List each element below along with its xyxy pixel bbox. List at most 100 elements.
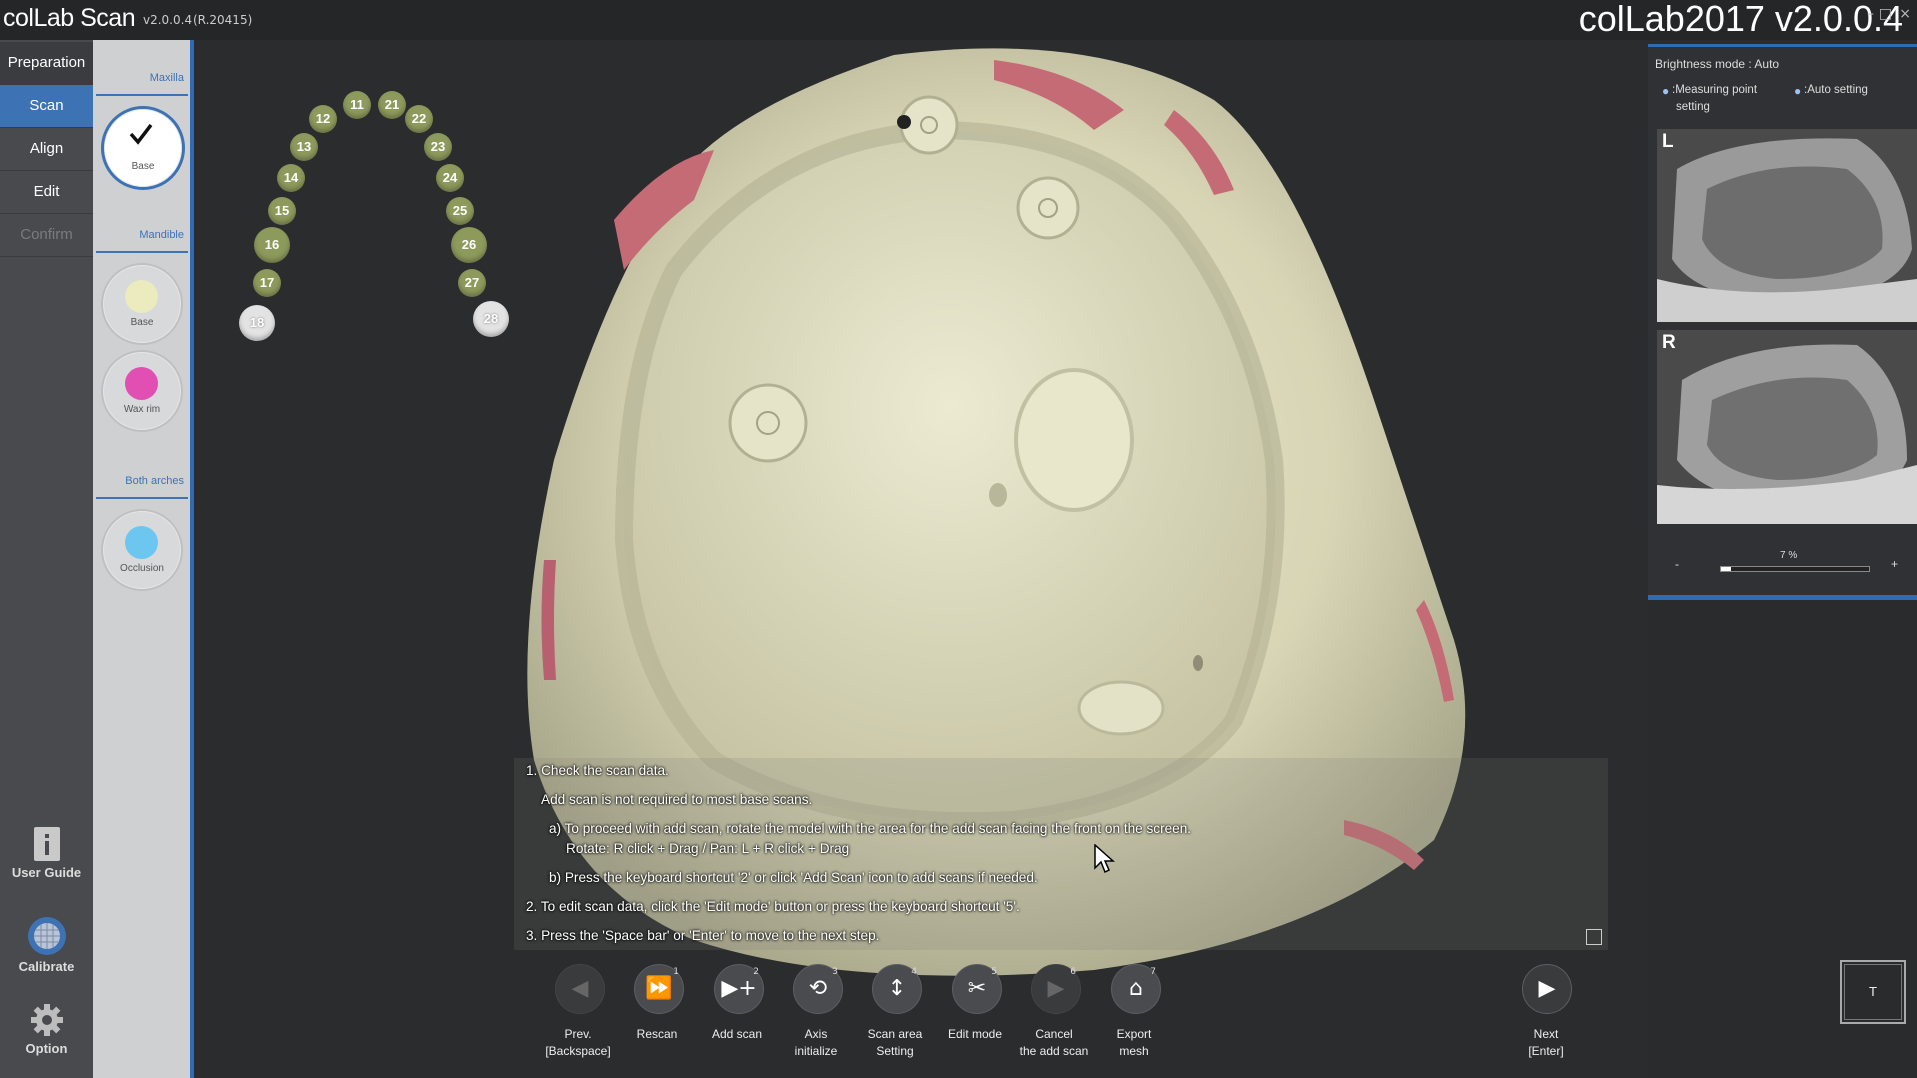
option-button[interactable]: Option (0, 1002, 93, 1056)
tooth-12[interactable]: 12 (309, 105, 337, 133)
tooth-18[interactable]: 18 (239, 305, 275, 341)
product-title: colLab2017 v2.0.0.4 (1578, 0, 1903, 39)
maxilla-base-button[interactable]: Base (101, 106, 185, 190)
both-arches-section-label: Both arches (125, 475, 184, 487)
brightness-slider[interactable] (1720, 566, 1870, 572)
left-camera-preview: L (1657, 129, 1917, 322)
implant-marker (728, 383, 808, 463)
occlusion-swatch (125, 526, 158, 559)
maximize-icon[interactable]: □ (1879, 6, 1892, 22)
app-logo: colLab Scan (3, 4, 136, 32)
mandible-base-label: Base (130, 317, 154, 328)
brightness-percent: 7 % (1780, 550, 1798, 561)
measuring-point-text: :Measuring point (1672, 84, 1758, 96)
export-mesh-label: Export mesh (1116, 1027, 1152, 1058)
chevron-left-icon: ◀ (571, 976, 589, 1001)
minimize-icon[interactable]: – (1867, 6, 1874, 22)
tooth-17[interactable]: 17 (253, 269, 281, 297)
add-scan-button[interactable]: ▶+ 2 (714, 964, 764, 1014)
instruction-line: Add scan is not required to most base sc… (541, 792, 813, 807)
step-preparation[interactable]: Preparation (0, 42, 93, 85)
app-build: (R.20415) (193, 13, 253, 27)
tooth-13[interactable]: 13 (290, 133, 318, 161)
step-align[interactable]: Align (0, 128, 93, 171)
scan-area-label: Scan area Setting (867, 1027, 923, 1058)
mouse-icon: ● (1794, 84, 1802, 98)
step-confirm[interactable]: Confirm (0, 214, 93, 257)
add-scan-label: Add scan (711, 1027, 763, 1041)
rescan-label: Rescan (636, 1027, 678, 1041)
wax-rim-label: Wax rim (123, 404, 161, 415)
gear-icon (30, 1004, 63, 1036)
maxilla-base-label: Base (131, 161, 155, 172)
tooth-23[interactable]: 23 (424, 133, 452, 161)
tooth-26[interactable]: 26 (451, 227, 487, 263)
edit-mode-label: Edit mode (947, 1027, 1003, 1041)
step-scan[interactable]: Scan (0, 85, 93, 128)
mouse-cursor-icon (1094, 844, 1115, 874)
step-edit[interactable]: Edit (0, 171, 93, 214)
axis-initialize-button[interactable]: ⟲ 3 (793, 964, 843, 1014)
tooth-22[interactable]: 22 (405, 105, 433, 133)
left-camera-tag: L (1662, 131, 1674, 152)
calibrate-icon (27, 917, 66, 955)
user-guide-label: User Guide (11, 865, 82, 880)
wax-rim-button[interactable]: Wax rim (101, 350, 183, 432)
instruction-line: 2. To edit scan data, click the 'Edit mo… (526, 899, 1020, 914)
mandible-base-swatch (125, 280, 158, 313)
cancel-add-scan-button[interactable]: ▶ 6 (1031, 964, 1081, 1014)
mouse-icon: ● (1662, 84, 1670, 98)
camera-preview-panel: Brightness mode : Auto ● :Measuring poin… (1648, 44, 1917, 600)
title-bar: colLab Scan v2.0.0.4 (R.20415) colLab201… (0, 0, 1917, 40)
tooth-24[interactable]: 24 (436, 164, 464, 192)
brightness-decrease-button[interactable]: - (1675, 557, 1679, 571)
brightness-increase-button[interactable]: + (1891, 557, 1898, 571)
workflow-sidebar: Preparation Scan Align Edit Confirm User… (0, 40, 93, 1078)
option-label: Option (25, 1041, 68, 1056)
brightness-mode-text: Brightness mode : Auto (1655, 57, 1780, 71)
tooth-21[interactable]: 21 (378, 91, 406, 119)
tooth-11[interactable]: 11 (343, 91, 371, 119)
calibrate-button[interactable]: Calibrate (0, 916, 93, 974)
next-label: Next [Enter] (1528, 1027, 1564, 1058)
right-camera-image (1657, 330, 1917, 524)
close-icon[interactable]: × (1899, 6, 1911, 22)
calibrate-label: Calibrate (18, 959, 75, 974)
next-button[interactable]: ▶ (1522, 964, 1572, 1014)
tooth-14[interactable]: 14 (277, 164, 305, 192)
both-arches-divider (96, 497, 188, 499)
wax-rim-swatch (125, 367, 158, 400)
fullscreen-icon[interactable] (1586, 929, 1602, 945)
measuring-point-text-2: setting (1676, 101, 1710, 113)
scan-area-button[interactable]: ↕ 4 (872, 964, 922, 1014)
scan-type-panel: Maxilla Base Mandible Base Wax rim Both … (93, 40, 194, 1078)
cancel-add-scan-label: Cancel the add scan (1019, 1027, 1089, 1058)
axis-initialize-label: Axis initialize (794, 1027, 838, 1058)
instruction-line: Rotate: R click + Drag / Pan: L + R clic… (566, 841, 850, 856)
rescan-button[interactable]: ⏩ 1 (634, 964, 684, 1014)
instruction-line: b) Press the keyboard shortcut '2' or cl… (549, 870, 1038, 885)
tooth-15[interactable]: 15 (268, 197, 296, 225)
prev-button[interactable]: ◀ (555, 964, 605, 1014)
export-mesh-button[interactable]: ⌂ 7 (1111, 964, 1161, 1014)
implant-marker (1016, 176, 1080, 240)
tooth-16[interactable]: 16 (254, 227, 290, 263)
mandible-divider (96, 251, 188, 253)
tooth-25[interactable]: 25 (446, 197, 474, 225)
mandible-base-button[interactable]: Base (101, 263, 183, 345)
maxilla-section-label: Maxilla (149, 72, 184, 84)
auto-setting-text: :Auto setting (1804, 84, 1868, 96)
occlusion-button[interactable]: Occlusion (101, 509, 183, 591)
user-guide-button[interactable]: User Guide (0, 826, 93, 880)
chevron-right-icon: ▶ (1538, 976, 1556, 1001)
edit-mode-button[interactable]: ✂ 5 (952, 964, 1002, 1014)
checkmark-icon (129, 123, 153, 145)
tooth-28[interactable]: 28 (473, 301, 509, 337)
tooth-27[interactable]: 27 (458, 269, 486, 297)
brightness-slider-fill (1721, 567, 1732, 571)
instruction-line: 3. Press the 'Space bar' or 'Enter' to m… (526, 928, 880, 943)
mandible-section-label: Mandible (139, 229, 184, 241)
instruction-line: 1. Check the scan data. (526, 763, 669, 778)
t-button[interactable]: T (1840, 960, 1906, 1024)
app-version: v2.0.0.4 (143, 13, 193, 27)
